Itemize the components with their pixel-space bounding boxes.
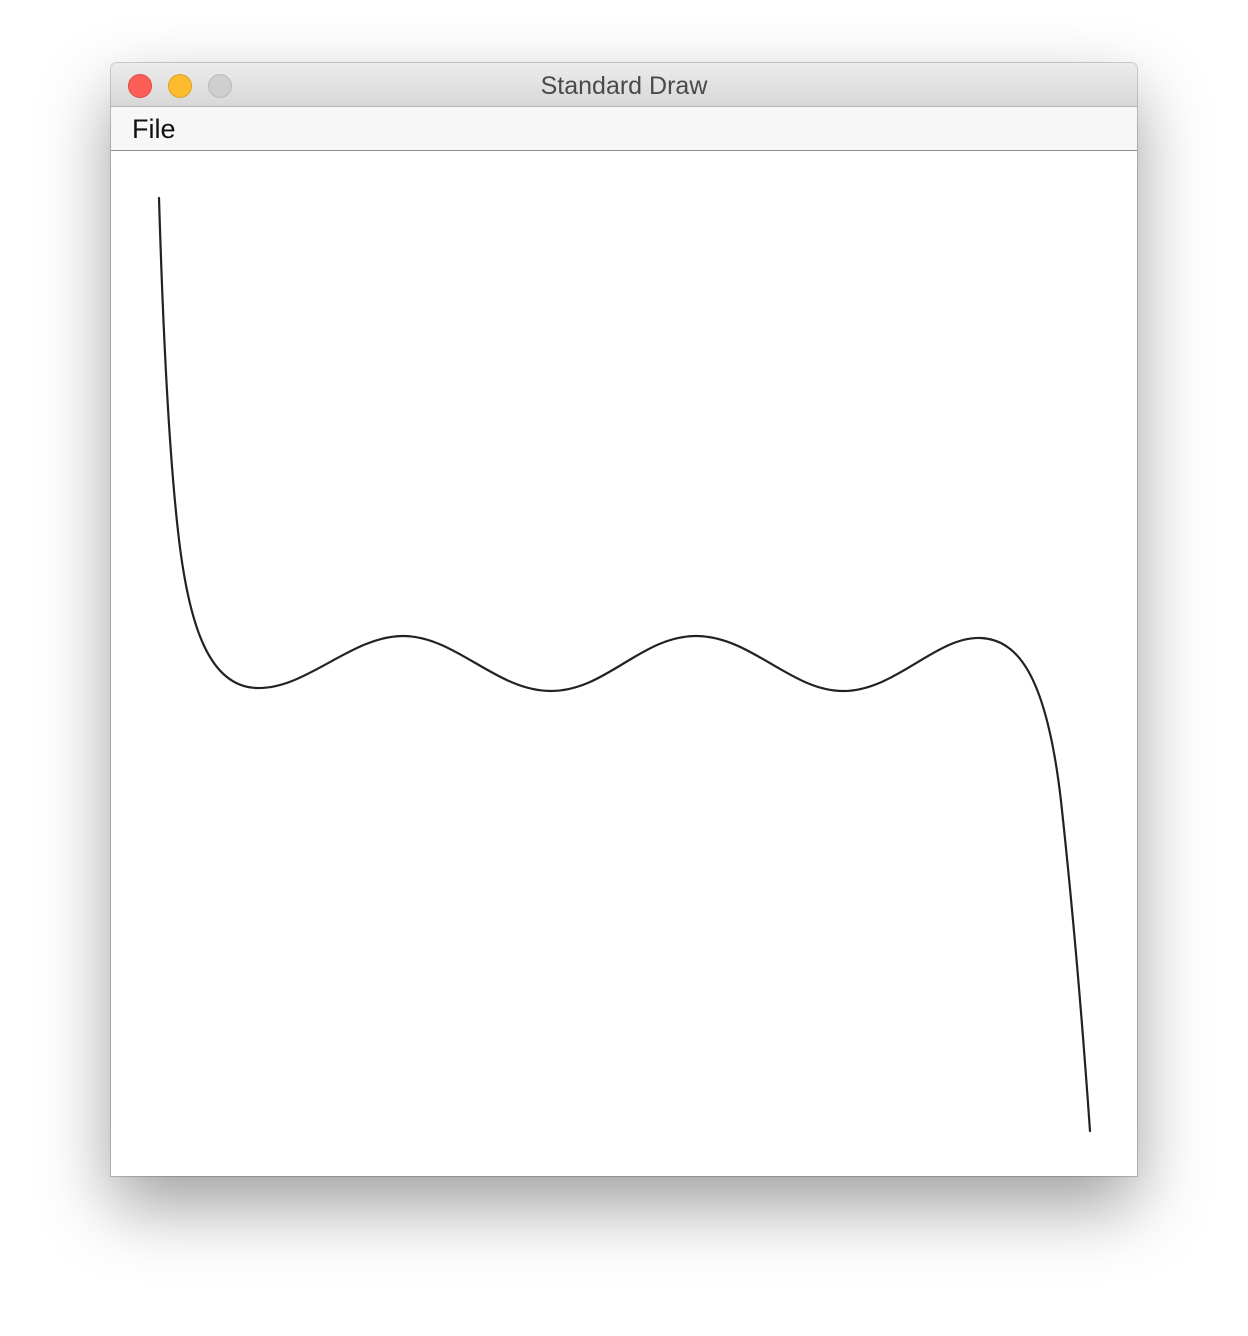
title-bar[interactable]: Standard Draw xyxy=(111,63,1137,107)
standard-draw-window: Standard Draw File xyxy=(111,63,1137,1176)
menu-file[interactable]: File xyxy=(130,107,178,150)
menu-bar: File xyxy=(111,107,1137,151)
plotted-curve xyxy=(157,196,1092,1133)
drawing-surface xyxy=(157,196,1092,1133)
drawing-canvas[interactable] xyxy=(111,151,1137,1176)
window-title: Standard Draw xyxy=(540,72,708,100)
